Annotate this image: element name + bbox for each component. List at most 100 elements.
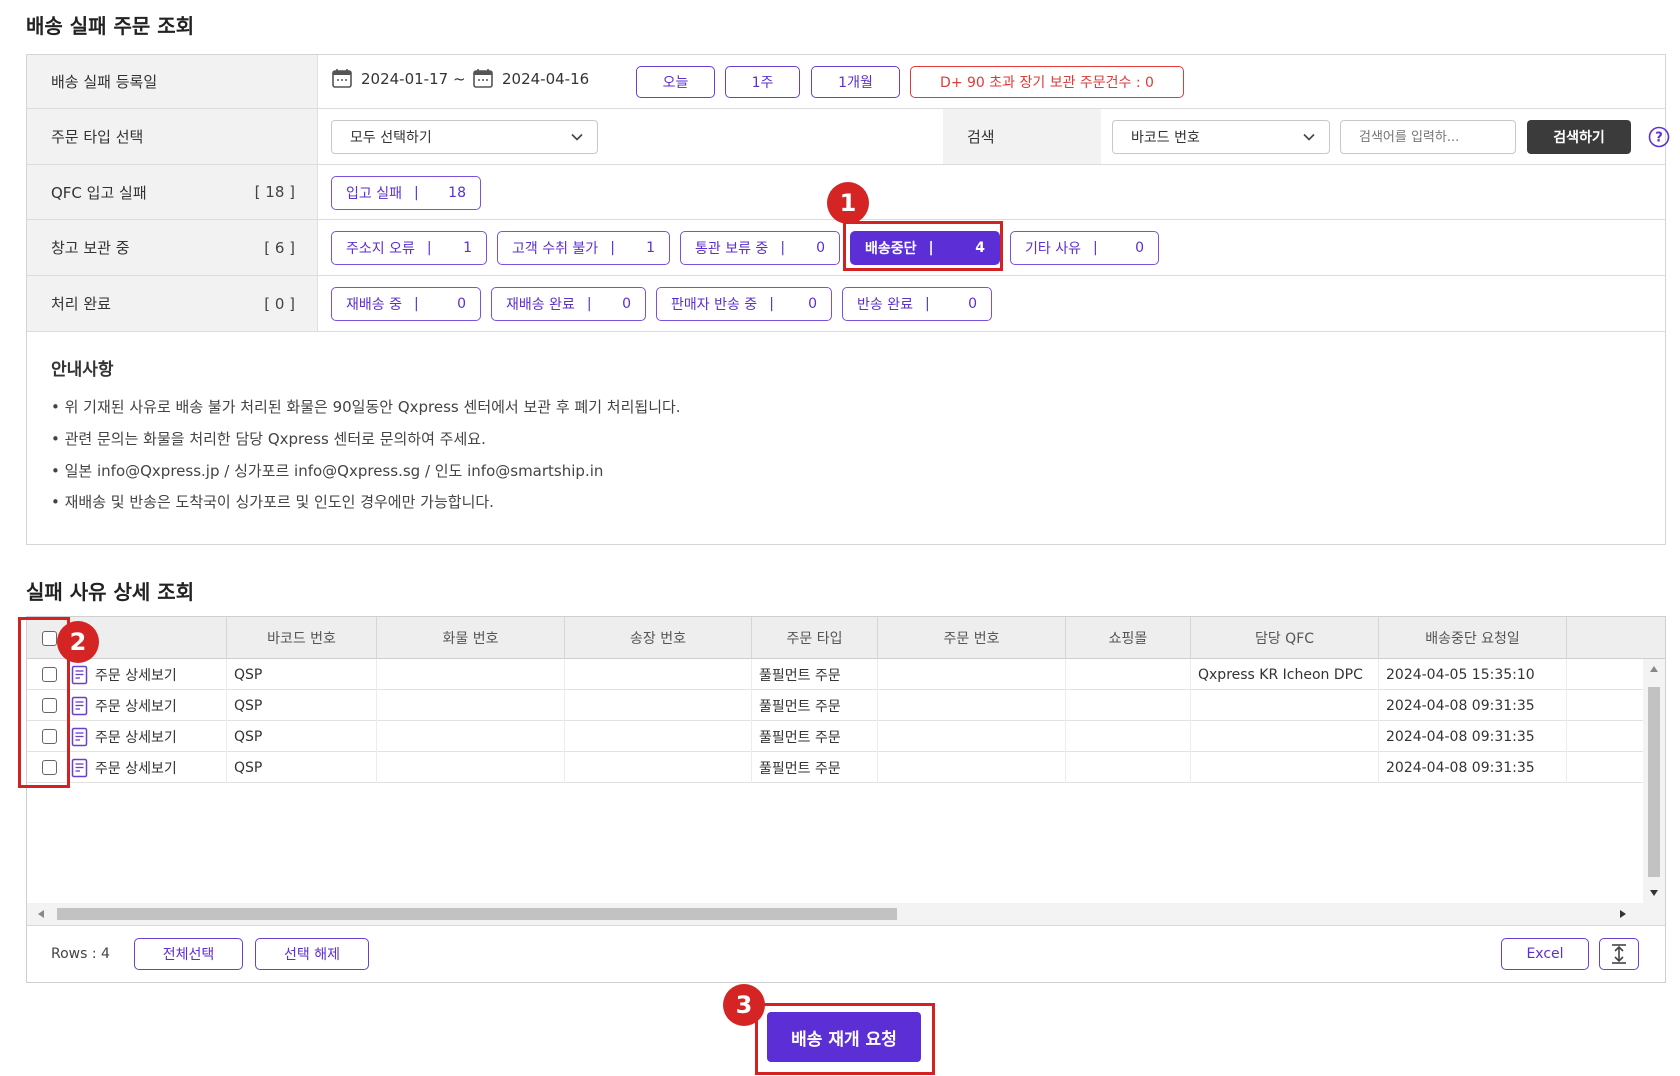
pill-count: 1 (646, 240, 655, 256)
pill-delivery-stopped[interactable]: 배송중단 | 4 (850, 231, 1000, 265)
pill-label: 배송중단 (865, 241, 917, 257)
deselect-button[interactable]: 선택 해제 (255, 938, 369, 970)
calendar-icon[interactable] (472, 67, 494, 89)
cell-invoice (565, 659, 752, 690)
pill-separator: | (610, 240, 615, 256)
pill-count: 0 (622, 296, 631, 312)
pill-separator: | (924, 296, 930, 312)
search-button[interactable]: 검색하기 (1527, 120, 1631, 154)
scroll-up-icon[interactable] (1649, 665, 1659, 673)
one-month-button[interactable]: 1개월 (811, 66, 900, 98)
column-header[interactable]: 송장 번호 (565, 617, 752, 659)
one-week-button[interactable]: 1주 (725, 66, 800, 98)
pill-redelivering[interactable]: 재배송 중 | 0 (331, 287, 481, 321)
filter-label-text: 창고 보관 중 (51, 239, 130, 257)
today-button[interactable]: 오늘 (636, 66, 715, 98)
search-field-select[interactable]: 바코드 번호 (1112, 120, 1330, 154)
cell-invoice (565, 721, 752, 752)
row-checkbox[interactable] (42, 760, 57, 775)
result-grid: 바코드 번호 화물 번호 송장 번호 주문 타입 주문 번호 쇼핑몰 담당 QF… (26, 616, 1666, 983)
column-header[interactable]: 주문 번호 (878, 617, 1066, 659)
filter-label: 배송 실패 등록일 (27, 55, 318, 108)
notice-title: 안내사항 (51, 360, 114, 380)
resume-delivery-button[interactable]: 배송 재개 요청 (767, 1012, 921, 1062)
pill-customer-refused[interactable]: 고객 수취 불가 | 1 (497, 231, 670, 265)
row-checkbox[interactable] (42, 667, 57, 682)
pill-count: 0 (457, 296, 466, 312)
notice-line: • 관련 문의는 화물을 처리한 담당 Qxpress 센터로 문의하여 주세요… (51, 430, 486, 448)
cell-order-type: 풀필먼트 주문 (752, 690, 878, 721)
cell-requested: 2024-04-08 09:31:35 (1379, 752, 1567, 783)
cell-order-no (878, 721, 1066, 752)
pill-return-complete[interactable]: 반송 완료 | 0 (842, 287, 992, 321)
cell-qfc (1191, 690, 1379, 721)
cell-mall (1066, 752, 1191, 783)
filter-label: 주문 타입 선택 (27, 109, 318, 164)
rows-count: Rows : 4 (51, 946, 110, 962)
cell-mall (1066, 690, 1191, 721)
order-type-select[interactable]: 모두 선택하기 (331, 120, 598, 154)
cell-cargo (377, 721, 565, 752)
notice-line: • 위 기재된 사유로 배송 불가 처리된 화물은 90일동안 Qxpress … (51, 398, 681, 416)
filter-label: 처리 완료 [ 0 ] (27, 276, 318, 331)
cell-qfc: Qxpress KR Icheon DPC (1191, 659, 1379, 690)
pill-qfc-fail[interactable]: 입고 실패 | 18 (331, 176, 481, 210)
excel-button[interactable]: Excel (1501, 938, 1589, 970)
filter-label-text: QFC 입고 실패 (51, 183, 147, 202)
select-all-checkbox[interactable] (42, 630, 57, 646)
search-input[interactable] (1340, 120, 1516, 154)
table-row[interactable]: 주문 상세보기 QSP 풀필먼트 주문 2024-04-08 09:31:35 (27, 752, 1665, 783)
scroll-down-icon[interactable] (1649, 889, 1659, 897)
scroll-left-icon[interactable] (37, 909, 45, 919)
pill-redelivered[interactable]: 재배송 완료 | 0 (491, 287, 646, 321)
pill-other-reason[interactable]: 기타 사유 | 0 (1010, 231, 1159, 265)
row-select-cell: 주문 상세보기 (27, 659, 227, 690)
pill-address-error[interactable]: 주소지 오류 | 1 (331, 231, 487, 265)
pill-count: 18 (448, 185, 466, 201)
horizontal-scroll-thumb[interactable] (57, 908, 897, 920)
end-date[interactable]: 2024-04-16 (502, 70, 589, 88)
svg-text:?: ? (1655, 131, 1663, 146)
pill-count: 0 (816, 240, 825, 256)
help-icon[interactable]: ? (1648, 126, 1670, 148)
order-detail-link[interactable]: 주문 상세보기 (95, 727, 177, 747)
cell-mall (1066, 659, 1191, 690)
horizontal-scrollbar[interactable] (27, 903, 1665, 925)
column-header[interactable]: 바코드 번호 (227, 617, 377, 659)
cell-order-type: 풀필먼트 주문 (752, 721, 878, 752)
expand-button[interactable] (1599, 938, 1639, 970)
long-storage-button[interactable]: D+ 90 초과 장기 보관 주문건수 : 0 (910, 66, 1184, 98)
column-header[interactable]: 담당 QFC (1191, 617, 1379, 659)
pill-seller-returning[interactable]: 판매자 반송 중 | 0 (656, 287, 832, 321)
cell-order-no (878, 752, 1066, 783)
table-row[interactable]: 주문 상세보기 QSP 풀필먼트 주문 2024-04-08 09:31:35 (27, 690, 1665, 721)
vertical-scrollbar[interactable] (1643, 659, 1665, 903)
select-all-button[interactable]: 전체선택 (134, 938, 243, 970)
scroll-right-icon[interactable] (1619, 909, 1627, 919)
row-checkbox[interactable] (42, 729, 57, 744)
order-detail-link[interactable]: 주문 상세보기 (95, 696, 177, 716)
pill-count: 0 (808, 296, 817, 312)
pill-separator: | (413, 296, 419, 312)
column-header[interactable]: 주문 타입 (752, 617, 878, 659)
table-row[interactable]: 주문 상세보기 QSP 풀필먼트 주문 Qxpress KR Icheon DPC 20… (27, 659, 1665, 690)
table-row[interactable]: 주문 상세보기 QSP 풀필먼트 주문 2024-04-08 09:31:35 (27, 721, 1665, 752)
grid-footer: Rows : 4 전체선택 선택 해제 Excel (27, 925, 1665, 983)
annotation-badge-2: 2 (57, 621, 99, 663)
vertical-scroll-thumb[interactable] (1648, 687, 1660, 877)
search-field-value: 바코드 번호 (1131, 130, 1200, 146)
order-detail-link[interactable]: 주문 상세보기 (95, 758, 177, 778)
order-detail-link[interactable]: 주문 상세보기 (95, 665, 177, 685)
pill-count: 0 (1135, 240, 1144, 256)
pill-customs-hold[interactable]: 통관 보류 중 | 0 (680, 231, 840, 265)
row-checkbox[interactable] (42, 698, 57, 713)
filter-label-text: 처리 완료 (51, 295, 111, 313)
cell-barcode: QSP (227, 659, 377, 690)
column-header[interactable]: 쇼핑몰 (1066, 617, 1191, 659)
start-date[interactable]: 2024-01-17 ~ (361, 70, 466, 88)
calendar-icon[interactable] (331, 67, 353, 89)
column-header[interactable]: 화물 번호 (377, 617, 565, 659)
row-select-cell: 주문 상세보기 (27, 752, 227, 783)
column-header[interactable]: 배송중단 요청일 (1379, 617, 1567, 659)
cell-cargo (377, 659, 565, 690)
